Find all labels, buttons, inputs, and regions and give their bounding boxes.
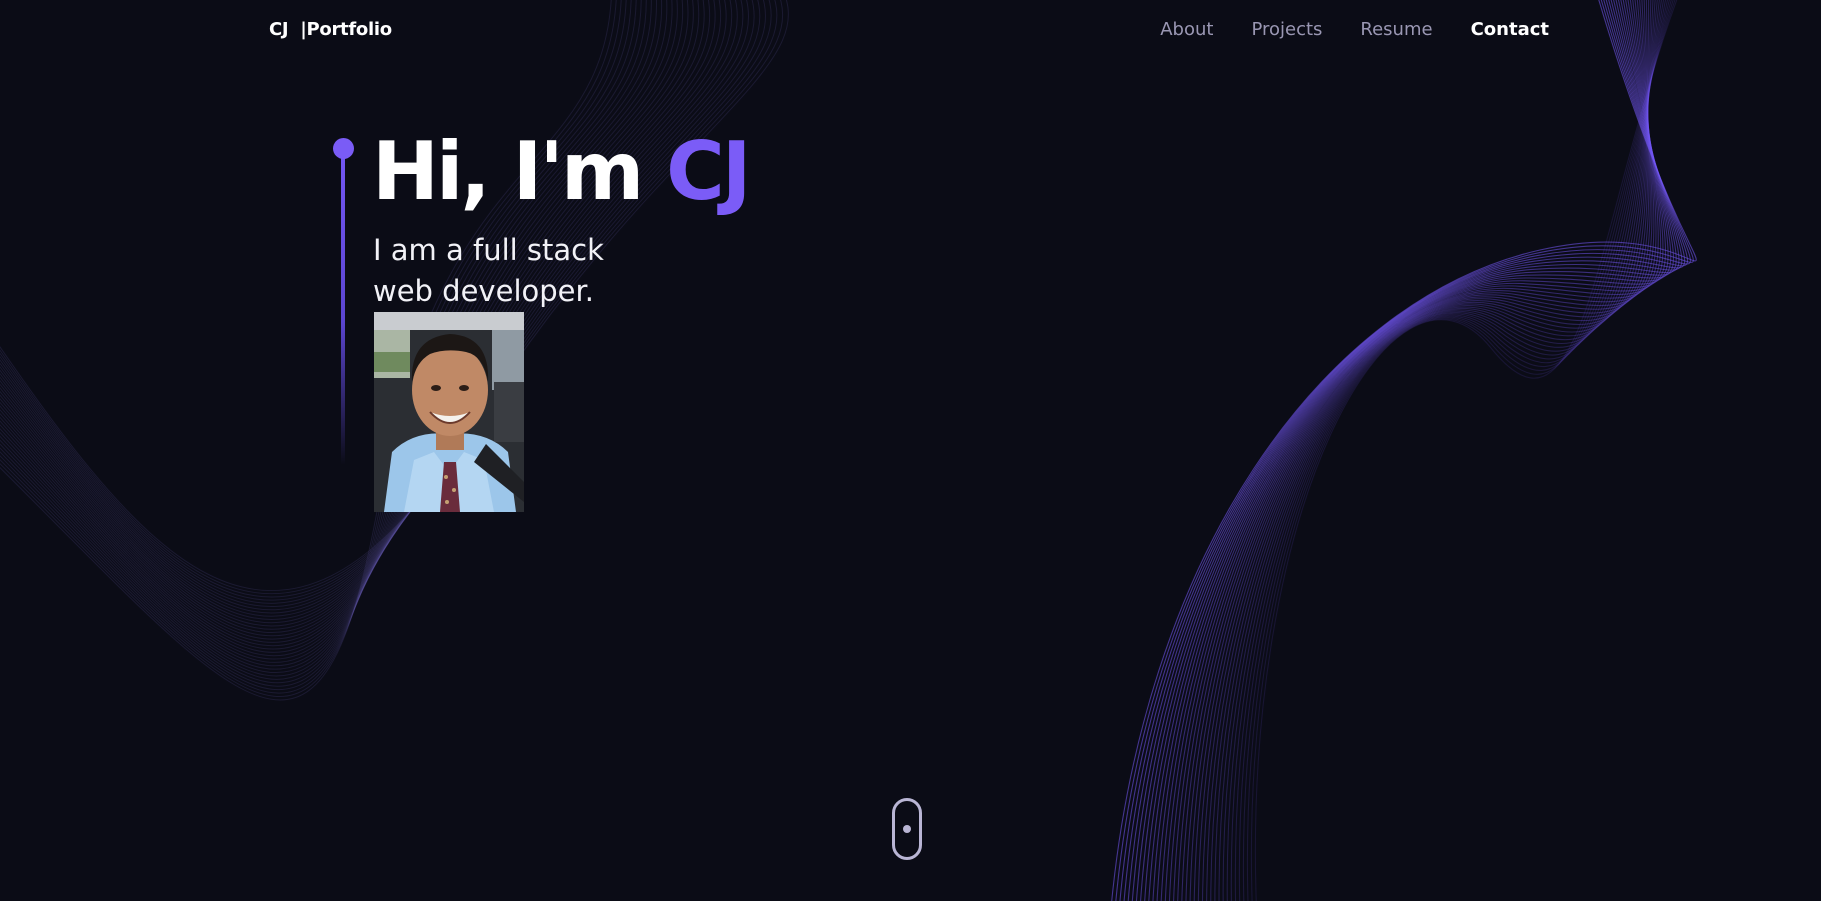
nav-link-projects[interactable]: Projects — [1251, 19, 1322, 40]
hero-subtitle: I am a full stack web developer. — [373, 233, 604, 308]
background-wave-line — [0, 0, 722, 630]
nav-link-contact[interactable]: Contact — [1471, 19, 1549, 40]
nav-links: About Projects Resume Contact — [1160, 19, 1549, 40]
background-wave-line — [0, 0, 642, 680]
background-wave-line — [0, 0, 617, 697]
background-wave-line — [1164, 0, 1662, 901]
background-wave-line — [0, 0, 637, 684]
top-navbar: CJ |Portfolio About Projects Resume Cont… — [0, 0, 1821, 64]
background-wave-line — [1177, 0, 1655, 901]
background-wave-line — [0, 0, 705, 640]
background-wave-line — [0, 0, 663, 667]
profile-photo — [374, 312, 524, 512]
background-wave-line — [1189, 0, 1650, 901]
nav-link-about[interactable]: About — [1160, 19, 1213, 40]
hero-accent-dot — [333, 138, 354, 159]
background-wave-line — [1144, 0, 1675, 901]
hero-title: Hi, I'm CJ — [372, 122, 752, 222]
mouse-scroll-icon[interactable] — [892, 798, 922, 860]
background-wave-line — [1136, 0, 1680, 901]
hero-accent-line — [341, 147, 345, 465]
background-wave-line — [1193, 0, 1649, 901]
background-wave-line — [1234, 0, 1668, 901]
background-wave-line — [0, 0, 668, 663]
background-wave-line — [1214, 0, 1658, 901]
portfolio-page: CJ |Portfolio About Projects Resume Cont… — [0, 0, 1821, 901]
background-wave-line — [1131, 0, 1683, 901]
hero-name: CJ — [666, 125, 752, 218]
background-wave-line — [1140, 0, 1677, 901]
background-wave-line — [1169, 0, 1659, 901]
nav-link-resume[interactable]: Resume — [1360, 19, 1432, 40]
background-wave-line — [1115, 0, 1694, 901]
background-wave-line — [1185, 0, 1651, 901]
background-wave-line — [1173, 0, 1657, 901]
hero-greeting: Hi, I'm — [372, 125, 644, 218]
background-wave-line — [1148, 0, 1672, 901]
background-wave-line — [0, 0, 632, 687]
brand-logo[interactable]: CJ |Portfolio — [269, 19, 392, 40]
background-wave-line — [1222, 0, 1662, 901]
background-wave-line — [0, 0, 652, 673]
background-wave-line — [1181, 0, 1653, 901]
scroll-wheel-dot — [903, 825, 911, 833]
background-wave-line — [1111, 0, 1697, 901]
background-wave-line — [0, 0, 657, 670]
background-wave-line — [0, 0, 647, 677]
background-wave-line — [0, 0, 622, 694]
background-wave-lines — [0, 0, 1697, 901]
